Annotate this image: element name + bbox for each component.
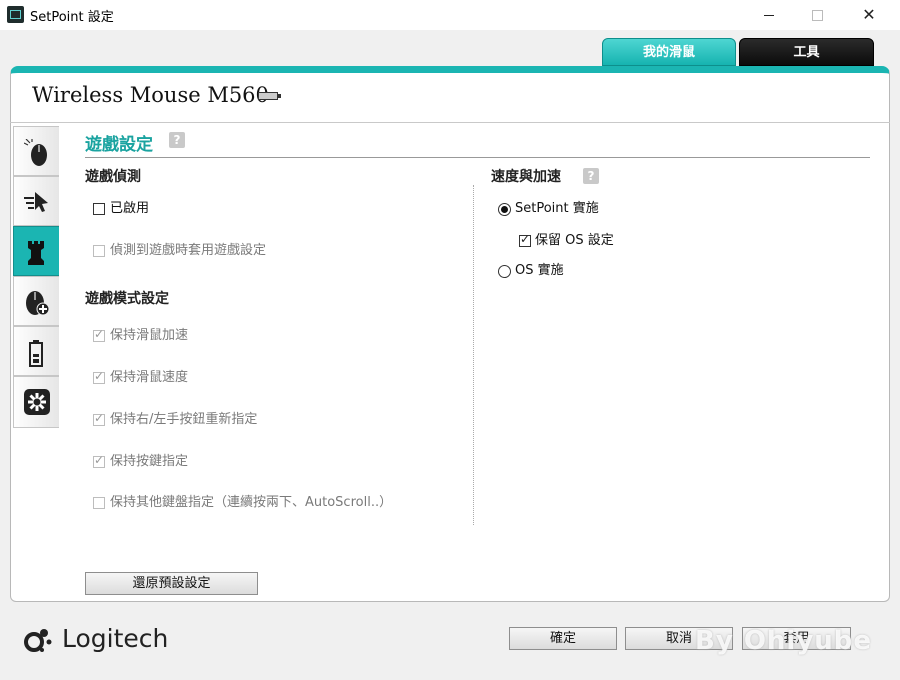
battery-level-icon: [258, 92, 281, 100]
enabled-checkbox[interactable]: [93, 203, 105, 215]
device-header: Wireless Mouse M560: [10, 73, 890, 123]
title-bar: SetPoint 設定 ✕: [0, 0, 900, 30]
keep-handedness-label: 保持右/左手按鈕重新指定: [110, 412, 258, 427]
help-icon[interactable]: ?: [169, 132, 185, 148]
keep-key-assign-label: 保持按鍵指定: [110, 454, 189, 469]
watermark: By Ohiyube: [695, 626, 873, 656]
keep-acceleration-label: 保持滑鼠加速: [110, 328, 189, 343]
sidebar-item-game-mode[interactable]: [13, 226, 59, 276]
sidebar-item-mouse-add[interactable]: [13, 276, 59, 326]
maximize-button[interactable]: [794, 0, 840, 30]
chess-rook-icon: [28, 241, 44, 265]
close-button[interactable]: ✕: [846, 0, 892, 30]
battery-icon: [29, 340, 43, 367]
keep-os-checkbox[interactable]: [519, 232, 531, 247]
settings-icon: [24, 389, 50, 415]
keep-speed-checkbox[interactable]: [93, 369, 105, 384]
keep-os-label: 保留 OS 設定: [535, 233, 614, 248]
keep-other-keyboard-checkbox[interactable]: [93, 497, 105, 509]
column-divider: [473, 185, 474, 525]
setpoint-radio[interactable]: [498, 203, 511, 216]
acceleration-help-icon[interactable]: ?: [583, 168, 599, 184]
os-radio[interactable]: [498, 265, 511, 278]
ok-button[interactable]: 確定: [509, 627, 617, 650]
pointer-icon: [24, 192, 48, 212]
section-divider: [85, 157, 870, 158]
game-detection-heading: 遊戲偵測: [85, 169, 141, 185]
setpoint-radio-label: SetPoint 實施: [515, 201, 599, 216]
enabled-label: 已啟用: [110, 201, 150, 216]
keep-speed-label: 保持滑鼠速度: [110, 370, 189, 385]
tab-my-mouse[interactable]: 我的滑鼠: [602, 38, 736, 66]
sidebar-item-pointer[interactable]: [13, 176, 59, 226]
keep-other-keyboard-label: 保持其他鍵盤指定（連續按兩下、AutoScroll..）: [110, 495, 393, 510]
game-mode-heading: 遊戲模式設定: [85, 291, 169, 307]
apply-game-settings-label: 偵測到遊戲時套用遊戲設定: [110, 243, 267, 258]
keep-acceleration-checkbox[interactable]: [93, 327, 105, 342]
apply-game-settings-checkbox[interactable]: [93, 245, 105, 257]
device-name: Wireless Mouse M560: [32, 83, 269, 107]
keep-handedness-checkbox[interactable]: [93, 411, 105, 426]
mouse-plus-icon: [26, 291, 50, 316]
app-icon: [7, 6, 24, 23]
restore-defaults-button[interactable]: 還原預設設定: [85, 572, 258, 595]
section-title: 遊戲設定: [85, 135, 153, 155]
logitech-logo: Logitech: [62, 624, 169, 653]
speed-acceleration-heading: 速度與加速: [491, 169, 561, 185]
keep-key-assign-checkbox[interactable]: [93, 453, 105, 468]
mouse-icon: [24, 139, 47, 166]
logitech-logo-icon: [24, 629, 52, 652]
tab-tools[interactable]: 工具: [739, 38, 874, 66]
os-radio-label: OS 實施: [515, 263, 564, 278]
sidebar-item-mouse-buttons[interactable]: [13, 126, 59, 176]
window-title: SetPoint 設定: [30, 10, 114, 25]
minimize-button[interactable]: [746, 0, 792, 30]
sidebar-item-settings[interactable]: [13, 376, 59, 428]
sidebar-item-battery[interactable]: [13, 326, 59, 376]
